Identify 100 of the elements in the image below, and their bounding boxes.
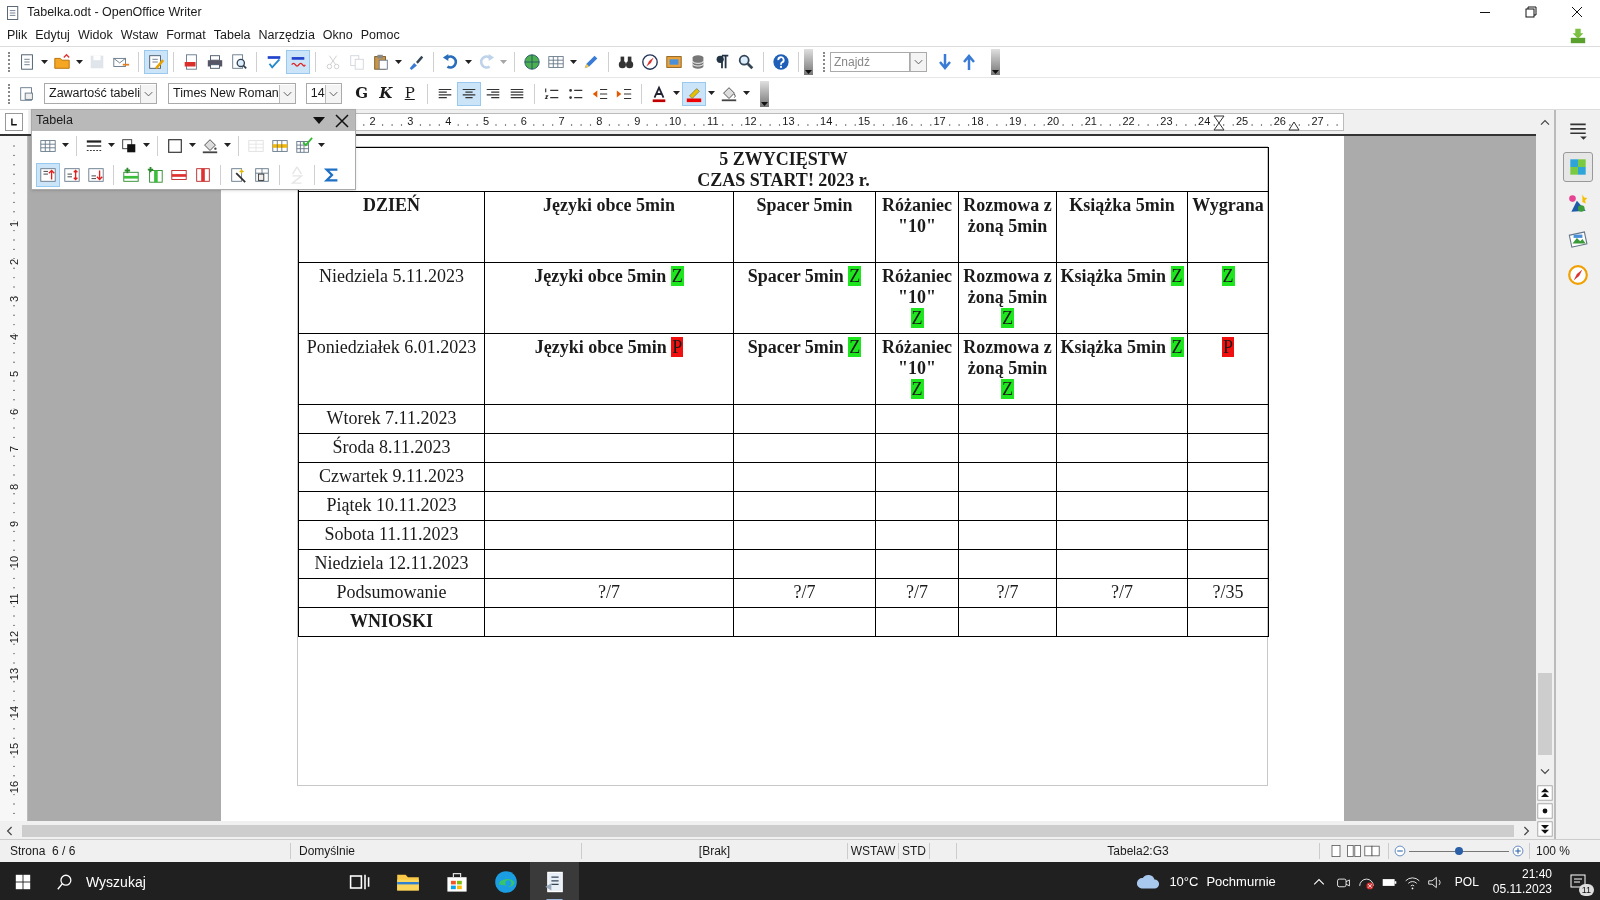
speaker-icon[interactable] — [1426, 873, 1444, 891]
language: [Brak] — [698, 844, 731, 858]
ruler-number: 4 — [444, 114, 453, 128]
dropdown-arrow-icon[interactable] — [62, 143, 69, 148]
dropdown-arrow-icon[interactable] — [465, 59, 472, 65]
font-size-dropdown[interactable]: 14 — [305, 83, 342, 104]
ruler-number: 11 — [706, 114, 720, 128]
menu-item[interactable]: Plik — [3, 26, 32, 45]
menu-item[interactable]: Edytuj — [31, 26, 74, 45]
indent-marker-icon[interactable] — [1213, 115, 1225, 131]
column-header: Spacer 5min — [733, 191, 876, 263]
ruler-number: 10 — [667, 114, 683, 128]
toolbar-overflow-button[interactable] — [804, 49, 813, 75]
toolbar-title: Tabela — [36, 112, 73, 130]
ruler-number: 3 — [8, 295, 20, 303]
menu-item[interactable]: Narzędzia — [254, 26, 319, 45]
ruler-number: 16 — [894, 114, 909, 128]
temperature: 10°C — [1169, 873, 1199, 892]
dropdown-arrow-icon[interactable] — [108, 143, 115, 148]
next-page-icon[interactable] — [1537, 821, 1553, 837]
dropdown-arrow-icon[interactable] — [76, 59, 83, 65]
document-taskbar-button[interactable] — [530, 862, 579, 900]
styles-icon — [18, 84, 36, 103]
ruler-number: 23 — [1159, 114, 1174, 128]
italic-button[interactable]: K — [373, 81, 398, 106]
dropdown-arrow-icon[interactable] — [143, 143, 150, 148]
dropdown-arrow-icon[interactable] — [672, 91, 680, 96]
ruler-number: 2 — [368, 114, 377, 128]
status-highlight: Z — [1170, 337, 1184, 357]
dropdown-arrow-icon[interactable] — [395, 59, 402, 65]
close-icon[interactable] — [335, 113, 349, 128]
cell-text: Rozmowa z żoną 5min — [962, 266, 1053, 308]
download-tray-icon[interactable] — [1568, 26, 1588, 45]
ruler-number: 8 — [595, 114, 604, 128]
menu-item[interactable]: Okno — [318, 26, 357, 45]
status-highlight: Z — [848, 266, 862, 286]
menu-item[interactable]: Wstaw — [116, 26, 163, 45]
row-label: Poniedziałek 6.01.2023 — [298, 333, 485, 405]
ruler-number: 18 — [970, 114, 985, 128]
two-page-view-icon[interactable] — [1346, 843, 1362, 859]
menu-item[interactable]: Pomoc — [356, 26, 404, 45]
previous-page-icon[interactable] — [1537, 785, 1553, 801]
ruler-number: 15 — [856, 114, 872, 128]
status-highlight: Z — [1221, 266, 1235, 286]
dropdown-arrow-icon[interactable] — [313, 116, 325, 125]
insert-mode: WSTAW — [850, 844, 896, 858]
row-label: Sobota 11.11.2023 — [298, 520, 485, 550]
menu-item[interactable]: Tabela — [209, 26, 255, 45]
dropdown-arrow-icon[interactable] — [570, 59, 577, 65]
zoom-in-icon[interactable] — [1511, 844, 1525, 858]
table-cell: ?/7 — [1056, 578, 1188, 608]
cell-reference: Tabela2:G3 — [1107, 844, 1169, 858]
bold-button[interactable]: G — [349, 81, 374, 106]
paragraph-style-dropdown[interactable]: Zawartość tabeli — [44, 83, 157, 104]
notification-count: 11 — [1578, 884, 1594, 896]
font-name-dropdown[interactable]: Times New Roman — [168, 83, 296, 104]
table-cell: ?/35 — [1187, 578, 1269, 608]
row-label: WNIOSKI — [298, 607, 485, 637]
windows-logo-icon[interactable] — [14, 873, 32, 891]
ruler-number: 20 — [1045, 114, 1061, 128]
dropdown-arrow-icon[interactable] — [189, 143, 196, 148]
toolbar-overflow-button[interactable] — [759, 80, 769, 107]
status-highlight: Z — [848, 337, 862, 357]
ruler-number: 3 — [406, 114, 415, 128]
single-page-view-icon[interactable] — [1328, 843, 1344, 859]
taskbar-search-field[interactable]: Wyszukaj — [86, 871, 286, 893]
dropdown-arrow-icon[interactable] — [742, 91, 750, 96]
dropdown-arrow-icon[interactable] — [318, 143, 325, 148]
cell-text: Spacer 5min — [747, 337, 844, 358]
document-icon — [5, 4, 21, 21]
page-indicator: Strona 6 / 6 — [10, 844, 76, 858]
dropdown-arrow-icon[interactable] — [224, 143, 231, 148]
zoom-out-icon[interactable] — [1393, 844, 1407, 858]
toolbar-overflow-button[interactable] — [991, 49, 1000, 75]
status-highlight: Z — [1001, 308, 1014, 328]
scrollbar-thumb[interactable] — [1538, 673, 1552, 755]
menu-item[interactable]: Widok — [73, 26, 117, 45]
status-highlight: Z — [910, 308, 924, 328]
find-field[interactable]: Znajdź — [830, 52, 910, 72]
cell-text: Spacer 5min — [747, 266, 844, 287]
cell-text: Rozmowa z żoną 5min — [962, 337, 1053, 379]
dropdown-arrow-icon[interactable] — [707, 91, 715, 96]
ruler-number: 9 — [633, 114, 642, 128]
menu-item[interactable]: Format — [162, 26, 210, 45]
scrollbar-thumb[interactable] — [22, 824, 1514, 837]
ruler-number: 26 — [1272, 114, 1287, 128]
underline-button[interactable]: P — [397, 81, 422, 106]
zoom-slider-thumb[interactable] — [1455, 847, 1463, 855]
zoom-percentage: 100 % — [1536, 844, 1571, 858]
table-cell: ?/7 — [958, 578, 1057, 608]
ruler-number: 6 — [519, 114, 528, 128]
ruler-number: 11 — [8, 593, 20, 605]
cell-text: Różaniec "10" — [881, 337, 953, 379]
dropdown-arrow-icon[interactable] — [41, 59, 48, 65]
caret-down-icon — [805, 70, 812, 75]
ruler-number: 9 — [8, 520, 20, 528]
book-view-icon[interactable] — [1364, 843, 1380, 859]
clock-date: 05.11.2023 — [1492, 882, 1552, 897]
tab-stop-button[interactable] — [5, 113, 23, 131]
indent-marker-icon[interactable] — [1288, 121, 1300, 131]
